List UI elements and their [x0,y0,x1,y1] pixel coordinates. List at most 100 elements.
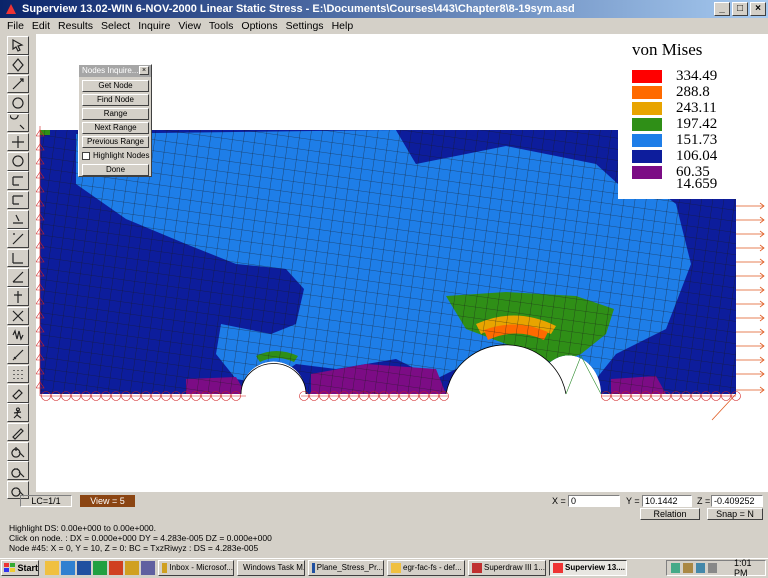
menu-edit[interactable]: Edit [28,20,54,32]
measure-icon [12,349,24,361]
legend-swatch [632,101,662,115]
z-coordinate-field[interactable]: -0.409252 [711,495,763,507]
tool-button-constraint-xy[interactable] [7,267,29,287]
dialog-title-text: Nodes Inquire... [82,66,139,75]
left-toolbar [5,36,31,500]
previous-range-button[interactable]: Previous Range [82,136,149,148]
tool-button-shade-sphere[interactable] [7,151,29,171]
stress-legend: von Mises 334.49 288.8 243.11 197.42 151… [618,38,768,198]
excel-icon[interactable] [93,560,107,575]
tool-button-orbit[interactable] [7,93,29,113]
status-area: LC=1/1 View = 5 X = 0 Y = 10.1442 Z = -0… [0,492,768,558]
tool-button-pencil[interactable] [7,422,29,442]
tool-button-eraser[interactable] [7,383,29,403]
find-node-button[interactable]: Find Node [82,94,149,106]
tool-button-fx-load[interactable] [7,171,29,191]
legend-title: von Mises [632,40,703,59]
highlight-nodes-checkbox[interactable]: Highlight Nodes [82,151,149,160]
task-label: Inbox - Microsof... [169,563,233,572]
task-button[interactable]: Windows Task M... [237,559,305,576]
dialog-title: Nodes Inquire... × [79,65,151,77]
menu-view[interactable]: View [174,20,205,32]
rotate-icon [12,57,24,72]
task-button[interactable]: Superdraw III 1... [468,559,546,576]
menu-tools[interactable]: Tools [205,20,238,32]
view-field[interactable]: View = 5 [80,495,135,507]
zoom-out-icon [11,468,25,478]
close-button[interactable]: × [750,2,766,16]
folder-icon[interactable] [45,560,59,575]
snap-button[interactable]: Snap = N [707,508,763,520]
person-run-icon [13,407,22,419]
legend-value: 334.49 [676,67,718,84]
tool-button-zoom-window[interactable] [7,113,29,133]
start-label: Start [17,562,38,573]
get-node-button[interactable]: Get Node [82,80,149,92]
outlook-icon [162,562,168,573]
powerpoint-icon[interactable] [109,560,123,575]
fx-load-icon [12,176,23,186]
tool-button-arrow-select[interactable] [7,36,29,55]
tool-button-pointer[interactable] [7,74,29,94]
legend-row: 151.73 [632,132,762,148]
tool-button-constraint-x[interactable] [7,229,29,249]
range-button[interactable]: Range [82,108,149,120]
done-button[interactable]: Done [82,164,149,176]
dialog-close-button[interactable]: × [139,66,149,75]
checkbox-box[interactable] [82,151,90,160]
app-icon[interactable] [141,560,155,575]
constraint-y-icon [12,253,23,264]
tool-button-spring[interactable] [7,325,29,345]
task-label: Plane_Stress_Pr... [316,563,383,572]
tool-button-mz[interactable] [7,209,29,229]
task-button[interactable]: Plane_Stress_Pr... [308,559,384,576]
zoom-in-icon [11,447,25,458]
tool-button-fy-load[interactable] [7,190,29,210]
menu-select[interactable]: Select [97,20,134,32]
menu-options[interactable]: Options [237,20,281,32]
tray-icon[interactable] [695,563,705,573]
status-line-3: Node #45: X = 0, Y = 10, Z = 0: BC = Txz… [9,543,259,553]
menu-settings[interactable]: Settings [282,20,328,32]
maximize-button[interactable]: □ [732,2,748,16]
next-range-button[interactable]: Next Range [82,122,149,134]
pencil-icon [12,428,24,440]
status-line-1: Highlight DS: 0.00e+000 to 0.00e+000. [9,523,156,533]
y-coordinate-field[interactable]: 10.1442 [642,495,692,507]
outlook-icon[interactable] [125,560,139,575]
task-button[interactable]: egr-fac-fs - def... [387,559,465,576]
tool-button-person-run[interactable] [7,403,29,423]
legend-swatch [632,69,662,83]
menu-results[interactable]: Results [54,20,97,32]
menu-inquire[interactable]: Inquire [134,20,174,32]
tool-button-zoom-in[interactable] [7,441,29,461]
load-case-field[interactable]: LC=1/1 [20,495,72,507]
browser-icon[interactable] [61,560,75,575]
task-button-active[interactable]: Superview 13.... [549,559,627,576]
menu-help[interactable]: Help [328,20,358,32]
volume-icon[interactable] [707,563,717,573]
relation-button[interactable]: Relation [640,508,700,520]
tray-icon[interactable] [671,563,681,573]
tool-button-measure[interactable] [7,345,29,365]
clock[interactable]: 1:01 PM [734,558,765,578]
tool-button-element[interactable] [7,306,29,326]
minimize-button[interactable]: _ [714,2,730,16]
legend-swatch [632,117,662,131]
start-button[interactable]: Start [1,559,39,576]
tool-button-pan[interactable] [7,132,29,152]
tool-button-node[interactable] [7,287,29,307]
constraint-x-icon [12,233,24,245]
x-coordinate-field[interactable]: 0 [568,495,620,507]
legend-value: 288.8 [676,83,710,100]
tray-icon[interactable] [683,563,693,573]
menu-file[interactable]: File [3,20,28,32]
system-tray: 1:01 PM [666,558,766,578]
word-icon[interactable] [77,560,91,575]
tool-button-grid-points[interactable] [7,364,29,384]
tool-button-zoom-out[interactable] [7,461,29,481]
tool-button-constraint-y[interactable] [7,248,29,268]
task-button[interactable]: Inbox - Microsof... [158,559,234,576]
tool-button-rotate[interactable] [7,55,29,75]
constraint-xy-icon [12,271,24,283]
